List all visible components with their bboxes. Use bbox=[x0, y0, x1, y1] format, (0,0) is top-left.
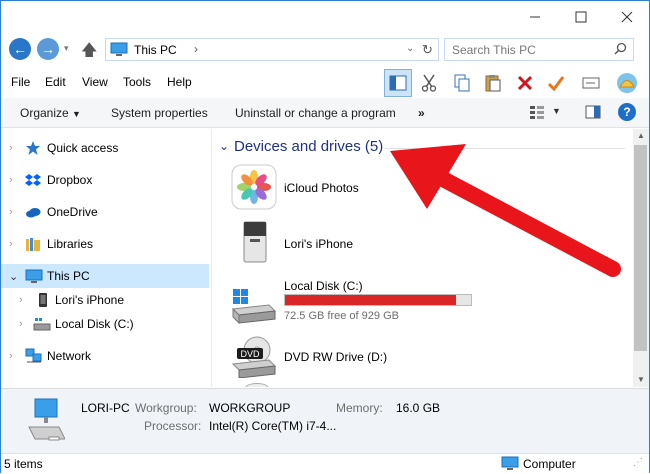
sidebar-item-label: Lori's iPhone bbox=[55, 293, 124, 307]
pc-name: LORI-PC bbox=[81, 401, 130, 415]
workgroup-label: Workgroup: bbox=[135, 401, 197, 415]
sidebar-item-onedrive[interactable]: › OneDrive bbox=[1, 200, 209, 224]
maximize-icon[interactable] bbox=[558, 1, 604, 32]
sidebar-item-loris-iphone[interactable]: › Lori's iPhone bbox=[1, 288, 209, 312]
title-bar bbox=[1, 1, 649, 32]
content-pane: ⌄ Devices and drives (5) iCloud Photos L… bbox=[213, 129, 633, 387]
details-pane: LORI-PC Workgroup: WORKGROUP Memory: 16.… bbox=[1, 388, 649, 453]
minimize-icon[interactable] bbox=[512, 1, 558, 32]
sidebar-item-libraries[interactable]: › Libraries bbox=[1, 232, 209, 256]
workgroup-value: WORKGROUP bbox=[209, 401, 291, 415]
expand-chevron-icon[interactable]: › bbox=[9, 174, 13, 186]
expand-chevron-icon[interactable]: › bbox=[9, 350, 13, 362]
help-icon[interactable]: ? bbox=[618, 103, 636, 121]
computer-icon bbox=[25, 268, 43, 284]
zone-label: Computer bbox=[523, 457, 576, 471]
memory-value: 16.0 GB bbox=[396, 401, 441, 415]
checkmark-icon[interactable] bbox=[542, 69, 570, 97]
shell-icon[interactable] bbox=[613, 69, 641, 97]
menu-tools[interactable]: Tools bbox=[123, 75, 151, 89]
expand-chevron-icon[interactable]: › bbox=[19, 294, 23, 306]
sidebar-item-label: Libraries bbox=[47, 237, 94, 251]
status-bar: 5 items Computer ⋰ bbox=[1, 453, 649, 473]
organize-label: Organize bbox=[20, 106, 69, 120]
system-properties-button[interactable]: System properties bbox=[111, 106, 208, 120]
search-placeholder: Search This PC bbox=[452, 43, 536, 57]
expand-chevron-icon[interactable]: › bbox=[9, 142, 13, 154]
sidebar-item-this-pc[interactable]: ⌄ This PC bbox=[1, 264, 209, 288]
sidebar-item-network[interactable]: › Network bbox=[1, 344, 209, 368]
scrollbar-thumb[interactable] bbox=[634, 145, 647, 351]
network-icon bbox=[25, 348, 42, 364]
expand-chevron-icon[interactable]: › bbox=[9, 206, 13, 218]
phone-icon bbox=[35, 292, 51, 308]
forward-button[interactable]: → bbox=[37, 38, 59, 60]
more-commands-button[interactable]: » bbox=[418, 106, 425, 120]
address-field[interactable]: This PC › ⌄ ↻ bbox=[105, 38, 439, 61]
sidebar-item-label: Network bbox=[47, 349, 92, 363]
menu-file[interactable]: File bbox=[11, 75, 30, 89]
sidebar-item-label: Dropbox bbox=[47, 173, 93, 187]
delete-icon[interactable] bbox=[511, 69, 539, 97]
resize-grip-icon[interactable]: ⋰ bbox=[633, 457, 643, 468]
collapse-chevron-icon[interactable]: ⌄ bbox=[9, 270, 18, 283]
search-input[interactable]: Search This PC bbox=[444, 38, 634, 61]
menu-help[interactable]: Help bbox=[167, 75, 192, 89]
paste-icon[interactable] bbox=[479, 69, 507, 97]
expand-chevron-icon[interactable]: › bbox=[19, 318, 23, 330]
expand-chevron-icon[interactable]: › bbox=[9, 238, 13, 250]
processor-label: Processor: bbox=[144, 419, 202, 433]
breadcrumb-this-pc[interactable]: This PC bbox=[134, 43, 177, 57]
onedrive-icon bbox=[25, 204, 41, 220]
sidebar-item-label: Quick access bbox=[47, 141, 119, 155]
star-icon bbox=[25, 140, 41, 156]
recent-locations-icon[interactable]: ▾ bbox=[64, 43, 69, 54]
vertical-scrollbar[interactable]: ▲ ▼ bbox=[633, 129, 649, 387]
menu-view[interactable]: View bbox=[82, 75, 108, 89]
dropbox-icon bbox=[25, 172, 41, 188]
view-dropdown-icon[interactable]: ▼ bbox=[552, 106, 561, 116]
memory-label: Memory: bbox=[336, 401, 383, 415]
sidebar-item-quick-access[interactable]: › Quick access bbox=[1, 136, 209, 160]
cut-icon[interactable] bbox=[415, 69, 443, 97]
sidebar-item-local-disk[interactable]: › Local Disk (C:) bbox=[1, 312, 209, 336]
item-count: 5 items bbox=[4, 457, 43, 471]
menu-edit[interactable]: Edit bbox=[45, 75, 66, 89]
navigation-pane-icon[interactable] bbox=[384, 69, 412, 97]
copy-icon[interactable] bbox=[448, 69, 476, 97]
organize-button[interactable]: Organize ▼ bbox=[20, 106, 81, 120]
scroll-down-icon[interactable]: ▼ bbox=[637, 375, 645, 384]
sidebar-item-dropbox[interactable]: › Dropbox bbox=[1, 168, 209, 192]
back-arrow-icon: ← bbox=[13, 41, 27, 57]
breadcrumb-chevron-icon[interactable]: › bbox=[194, 42, 198, 56]
computer-icon bbox=[110, 42, 128, 60]
organize-dropdown-icon: ▼ bbox=[72, 109, 81, 119]
address-dropdown-icon[interactable]: ⌄ bbox=[406, 43, 414, 54]
preview-pane-icon[interactable] bbox=[585, 105, 601, 122]
command-bar: Organize ▼ System properties Uninstall o… bbox=[1, 98, 649, 128]
sidebar-item-label: OneDrive bbox=[47, 205, 98, 219]
back-button[interactable]: ← bbox=[9, 38, 31, 60]
address-bar: ← → ▾ 🡅 This PC › ⌄ ↻ Search This PC bbox=[1, 35, 649, 63]
annotation-arrow-icon bbox=[390, 144, 621, 277]
scroll-up-icon[interactable]: ▲ bbox=[637, 131, 645, 140]
close-icon[interactable] bbox=[604, 1, 650, 32]
computer-zone-icon bbox=[501, 456, 519, 474]
sidebar-item-label: Local Disk (C:) bbox=[55, 317, 134, 331]
drive-icon bbox=[33, 316, 51, 332]
search-icon bbox=[614, 42, 627, 58]
explorer-window: ← → ▾ 🡅 This PC › ⌄ ↻ Search This PC Fil… bbox=[0, 0, 650, 473]
up-arrow-icon[interactable]: 🡅 bbox=[81, 39, 97, 66]
libraries-icon bbox=[25, 236, 41, 252]
rename-icon[interactable] bbox=[577, 69, 605, 97]
refresh-icon[interactable]: ↻ bbox=[422, 42, 433, 58]
uninstall-program-button[interactable]: Uninstall or change a program bbox=[235, 106, 396, 120]
navigation-pane: › Quick access › Dropbox › OneDrive › Li… bbox=[1, 129, 212, 387]
forward-arrow-icon: → bbox=[41, 41, 55, 57]
pc-icon bbox=[25, 397, 66, 446]
change-view-icon[interactable] bbox=[529, 105, 545, 122]
sidebar-item-label: This PC bbox=[47, 269, 90, 283]
processor-value: Intel(R) Core(TM) i7-4... bbox=[209, 419, 337, 433]
